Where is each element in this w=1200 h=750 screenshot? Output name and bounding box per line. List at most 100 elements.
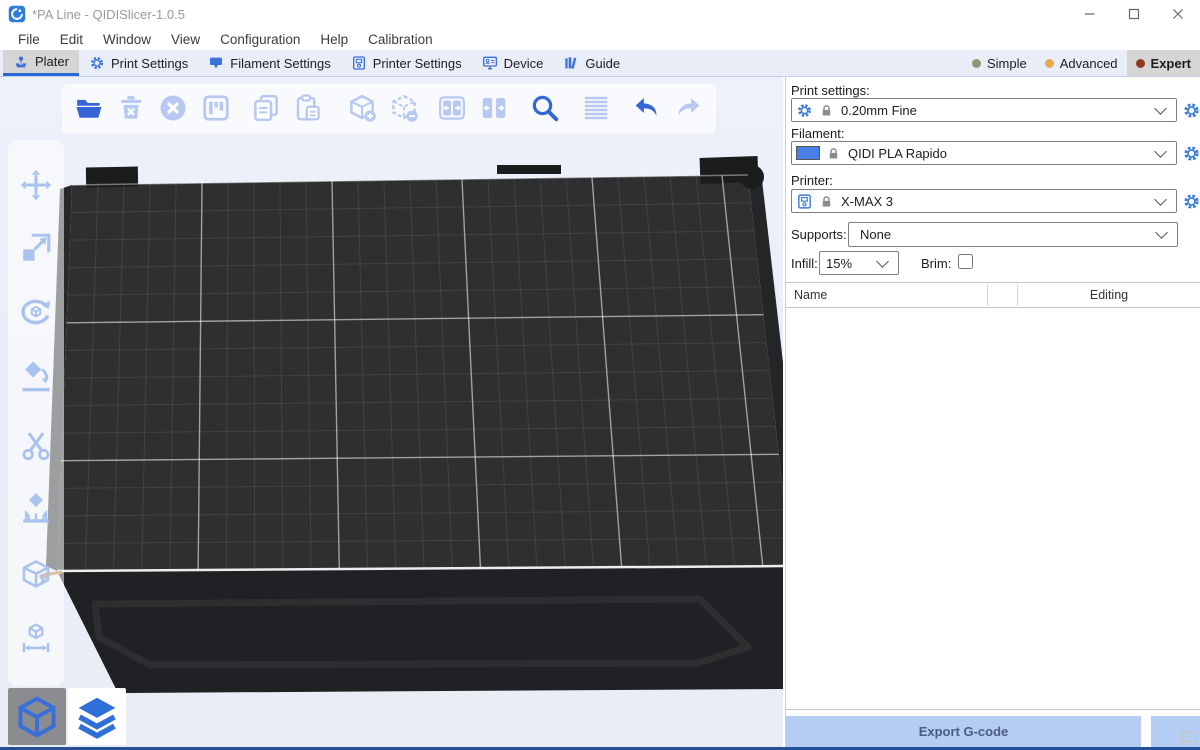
place-on-face-icon xyxy=(19,361,53,395)
rotate-tool[interactable] xyxy=(19,295,53,329)
infill-label: Infill: xyxy=(791,256,818,271)
object-list: Name Editing xyxy=(786,282,1200,710)
search-button[interactable] xyxy=(530,93,560,123)
scale-tool[interactable] xyxy=(19,231,53,265)
tab-guide-label: Guide xyxy=(585,56,620,71)
filament-combo[interactable]: QIDI PLA Rapido xyxy=(791,141,1177,165)
tab-filament-settings[interactable]: Filament Settings xyxy=(198,50,340,76)
search-icon xyxy=(530,93,560,123)
delete-button[interactable] xyxy=(116,93,146,123)
chevron-down-icon xyxy=(1154,145,1167,158)
advanced-mode-dot-icon xyxy=(1045,59,1054,68)
variable-layer-height-button[interactable] xyxy=(581,93,611,123)
arrange-button[interactable] xyxy=(201,93,231,123)
column-name: Name xyxy=(794,288,827,302)
place-on-face-tool[interactable] xyxy=(19,361,53,395)
delete-all-icon xyxy=(158,93,188,123)
brim-checkbox[interactable] xyxy=(958,254,973,269)
preview-icon xyxy=(75,695,119,739)
filament-icon xyxy=(208,55,224,71)
device-icon xyxy=(482,55,498,71)
split-to-parts-button[interactable] xyxy=(479,93,509,123)
split-to-parts-icon xyxy=(479,93,509,123)
remove-instance-button[interactable] xyxy=(389,93,419,123)
export-options-button[interactable] xyxy=(1151,716,1200,747)
filament-label: Filament: xyxy=(791,126,844,141)
menu-help[interactable]: Help xyxy=(310,28,358,50)
editor-3d-view-toggle[interactable] xyxy=(8,688,66,745)
export-removable-icon xyxy=(1182,732,1196,742)
arrange-icon xyxy=(201,93,231,123)
split-to-objects-icon xyxy=(437,93,467,123)
tab-guide[interactable]: Guide xyxy=(553,50,630,76)
measure-tool[interactable] xyxy=(19,621,53,655)
open-button[interactable] xyxy=(74,93,104,123)
title-bar: *PA Line - QIDISlicer-1.0.5 xyxy=(0,0,1200,28)
tab-strip: Plater Print Settings Filament Settings … xyxy=(0,50,1200,77)
redo-button[interactable] xyxy=(673,93,703,123)
supports-label: Supports: xyxy=(791,227,847,242)
bed-surface xyxy=(57,175,783,571)
copy-button[interactable] xyxy=(251,93,281,123)
menu-view[interactable]: View xyxy=(161,28,210,50)
move-tool[interactable] xyxy=(19,168,53,202)
print-settings-label: Print settings: xyxy=(791,83,870,98)
build-plate[interactable] xyxy=(0,77,783,750)
gizmo-toolbar xyxy=(8,140,64,686)
maximize-icon xyxy=(1125,5,1143,23)
mode-simple[interactable]: Simple xyxy=(963,50,1036,76)
printer-combo[interactable]: X-MAX 3 xyxy=(791,189,1177,213)
delete-icon xyxy=(116,93,146,123)
supports-combo[interactable]: None xyxy=(848,222,1178,247)
minimize-icon xyxy=(1081,5,1099,23)
undo-button[interactable] xyxy=(632,93,662,123)
split-to-objects-button[interactable] xyxy=(437,93,467,123)
cut-tool[interactable] xyxy=(19,429,53,463)
add-instance-icon xyxy=(347,93,377,123)
menu-configuration[interactable]: Configuration xyxy=(210,28,310,50)
paste-button[interactable] xyxy=(293,93,323,123)
paste-icon xyxy=(293,93,323,123)
expert-mode-dot-icon xyxy=(1136,59,1145,68)
redo-icon xyxy=(673,93,703,123)
lock-icon xyxy=(826,146,841,161)
tab-filament-settings-label: Filament Settings xyxy=(230,56,330,71)
qidislicer-window: *PA Line - QIDISlicer-1.0.5 File Edit Wi… xyxy=(0,0,1200,750)
mode-expert-label: Expert xyxy=(1151,56,1191,71)
paint-supports-tool[interactable] xyxy=(19,493,53,527)
maximize-button[interactable] xyxy=(1112,0,1156,28)
minimize-button[interactable] xyxy=(1068,0,1112,28)
tab-device[interactable]: Device xyxy=(472,50,554,76)
rotate-icon xyxy=(19,295,53,329)
tab-printer-settings[interactable]: Printer Settings xyxy=(341,50,472,76)
lock-icon xyxy=(819,194,834,209)
3d-viewport[interactable] xyxy=(0,77,783,750)
menu-edit[interactable]: Edit xyxy=(50,28,93,50)
export-gcode-button[interactable]: Export G-code xyxy=(786,716,1141,747)
printer-label: Printer: xyxy=(791,173,833,188)
print-settings-combo[interactable]: 0.20mm Fine xyxy=(791,98,1177,122)
lock-icon xyxy=(819,103,834,118)
tab-plater[interactable]: Plater xyxy=(3,50,79,76)
copy-icon xyxy=(251,93,281,123)
delete-all-button[interactable] xyxy=(158,93,188,123)
mode-advanced[interactable]: Advanced xyxy=(1036,50,1127,76)
menu-calibration[interactable]: Calibration xyxy=(358,28,443,50)
menu-file[interactable]: File xyxy=(8,28,50,50)
printer-gear-button[interactable] xyxy=(1182,192,1200,211)
filament-gear-button[interactable] xyxy=(1182,144,1200,163)
close-button[interactable] xyxy=(1156,0,1200,28)
seam-tool[interactable] xyxy=(19,558,53,592)
chevron-down-icon xyxy=(1154,193,1167,206)
preview-toggle[interactable] xyxy=(68,688,126,745)
add-instance-button[interactable] xyxy=(347,93,377,123)
chevron-down-icon xyxy=(876,255,889,268)
tab-print-settings[interactable]: Print Settings xyxy=(79,50,198,76)
infill-combo[interactable]: 15% xyxy=(819,251,899,275)
mode-switcher: Simple Advanced Expert xyxy=(963,50,1200,76)
print-settings-gear-button[interactable] xyxy=(1182,101,1200,120)
seam-icon xyxy=(19,558,53,592)
tab-printer-settings-label: Printer Settings xyxy=(373,56,462,71)
menu-window[interactable]: Window xyxy=(93,28,161,50)
mode-expert[interactable]: Expert xyxy=(1127,50,1200,76)
